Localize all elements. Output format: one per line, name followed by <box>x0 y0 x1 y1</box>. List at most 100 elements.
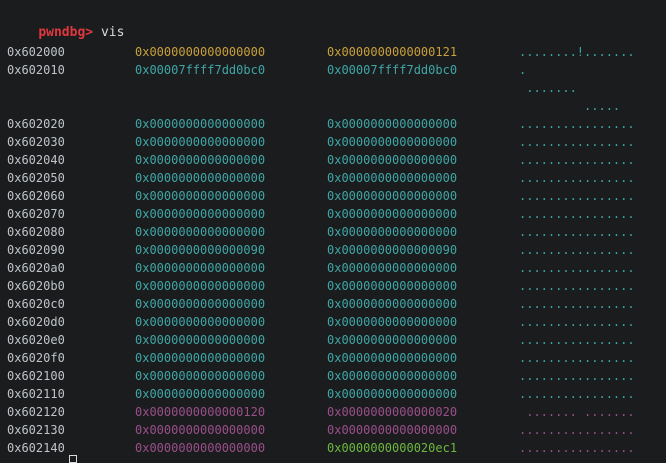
heap-qword-2: 0x0000000000000000 <box>327 117 458 131</box>
heap-address: 0x602110 <box>7 387 65 401</box>
heap-qword-2: 0x0000000000000000 <box>327 261 458 275</box>
heap-qword-2: 0x0000000000000000 <box>327 351 458 365</box>
heap-address: 0x602080 <box>7 225 65 239</box>
heap-ascii: ..... <box>519 99 621 113</box>
heap-qword-1: 0x0000000000000000 <box>135 297 266 311</box>
heap-qword-1: 0x0000000000000000 <box>135 189 266 203</box>
heap-ascii: ....... ....... <box>519 405 635 419</box>
terminal-window[interactable]: pwndbg> vis 0x602000 0x0000000000000000 0x… <box>0 0 666 463</box>
heap-row: 0x602040 0x0000000000000000 0x000000000000… <box>0 151 666 169</box>
heap-ascii: ................ <box>519 279 635 293</box>
heap-row: 0x602020 0x0000000000000000 0x000000000000… <box>0 115 666 133</box>
heap-row: 0x602080 0x0000000000000000 0x000000000000… <box>0 223 666 241</box>
heap-row: 0x602050 0x0000000000000000 0x000000000000… <box>0 169 666 187</box>
heap-qword-2: 0x0000000000000000 <box>327 387 458 401</box>
heap-ascii: ................ <box>519 153 635 167</box>
heap-ascii: ....... <box>519 81 577 95</box>
heap-qword-1: 0x0000000000000000 <box>135 315 266 329</box>
heap-qword-1: 0x0000000000000000 <box>135 207 266 221</box>
heap-row: 0x6020a0 0x0000000000000000 0x000000000000… <box>0 259 666 277</box>
heap-qword-2: 0x0000000000000000 <box>327 153 458 167</box>
heap-qword-2: 0x0000000000000000 <box>327 207 458 221</box>
heap-row: 0x6020c0 0x0000000000000000 0x000000000000… <box>0 295 666 313</box>
prompt-arrow: > <box>85 25 94 40</box>
heap-qword-2: 0x0000000000000000 <box>327 225 458 239</box>
heap-address: 0x602050 <box>7 171 65 185</box>
prompt-line: pwndbg> vis <box>7 6 124 40</box>
terminal-cursor <box>69 455 77 463</box>
heap-row: 0x6020d0 0x0000000000000000 0x000000000000… <box>0 313 666 331</box>
heap-qword-2: 0x0000000000020ec1 <box>327 441 458 455</box>
heap-qword-1: 0x0000000000000000 <box>135 369 266 383</box>
heap-qword-1: 0x0000000000000000 <box>135 441 266 455</box>
heap-ascii: ................ <box>519 387 635 401</box>
heap-row: 0x602110 0x0000000000000000 0x000000000000… <box>0 385 666 403</box>
heap-qword-1: 0x0000000000000000 <box>135 135 266 149</box>
heap-row: 0x602100 0x0000000000000000 0x000000000000… <box>0 367 666 385</box>
heap-qword-2: 0x00007ffff7dd0bc0 <box>327 63 458 77</box>
heap-ascii: ................ <box>519 189 635 203</box>
heap-ascii: ........!....... <box>519 45 635 59</box>
heap-ascii: ................ <box>519 261 635 275</box>
heap-address: 0x6020f0 <box>7 351 65 365</box>
heap-qword-1: 0x0000000000000000 <box>135 279 266 293</box>
heap-ascii: . <box>519 63 527 77</box>
heap-ascii: ................ <box>519 351 635 365</box>
heap-ascii: ................ <box>519 225 635 239</box>
heap-qword-1: 0x00007ffff7dd0bc0 <box>135 63 266 77</box>
heap-ascii: ................ <box>519 171 635 185</box>
heap-row: 0x602030 0x0000000000000000 0x000000000000… <box>0 133 666 151</box>
heap-address: 0x602090 <box>7 243 65 257</box>
heap-row: 0x602130 0x0000000000000000 0x000000000000… <box>0 421 666 439</box>
heap-qword-2: 0x0000000000000020 <box>327 405 458 419</box>
heap-row: 0x602000 0x0000000000000000 0x000000000000… <box>0 43 666 61</box>
heap-address: 0x602070 <box>7 207 65 221</box>
heap-row: ..... <box>0 97 666 115</box>
heap-ascii: ................ <box>519 333 635 347</box>
heap-qword-1: 0x0000000000000000 <box>135 153 266 167</box>
heap-row: 0x602090 0x0000000000000090 0x000000000000… <box>0 241 666 259</box>
heap-address: 0x602040 <box>7 153 65 167</box>
heap-row: 0x6020e0 0x0000000000000000 0x000000000000… <box>0 331 666 349</box>
heap-qword-1: 0x0000000000000000 <box>135 45 266 59</box>
heap-address: 0x602100 <box>7 369 65 383</box>
heap-address: 0x602120 <box>7 405 65 419</box>
prompt-command: vis <box>100 25 125 40</box>
heap-ascii: ................ <box>519 423 635 437</box>
heap-address: 0x6020a0 <box>7 261 65 275</box>
heap-qword-1: 0x0000000000000090 <box>135 243 266 257</box>
heap-ascii: ................ <box>519 135 635 149</box>
heap-qword-1: 0x0000000000000000 <box>135 423 266 437</box>
heap-qword-2: 0x0000000000000000 <box>327 369 458 383</box>
heap-qword-2: 0x0000000000000000 <box>327 171 458 185</box>
heap-row: 0x6020b0 0x0000000000000000 0x000000000000… <box>0 277 666 295</box>
heap-ascii: ................ <box>519 117 635 131</box>
heap-row: ....... <box>0 79 666 97</box>
heap-ascii: ................ <box>519 243 635 257</box>
heap-qword-2: 0x0000000000000090 <box>327 243 458 257</box>
heap-qword-2: 0x0000000000000121 <box>327 45 458 59</box>
heap-address: 0x602130 <box>7 423 65 437</box>
heap-ascii: ................ <box>519 369 635 383</box>
heap-address: 0x602000 <box>7 45 65 59</box>
heap-qword-2: 0x0000000000000000 <box>327 135 458 149</box>
heap-address: 0x602060 <box>7 189 65 203</box>
heap-qword-2: 0x0000000000000000 <box>327 189 458 203</box>
heap-address: 0x6020b0 <box>7 279 65 293</box>
heap-qword-1: 0x0000000000000000 <box>135 225 266 239</box>
heap-address: 0x6020d0 <box>7 315 65 329</box>
heap-qword-2: 0x0000000000000000 <box>327 279 458 293</box>
heap-ascii: ................ <box>519 297 635 311</box>
prompt-name: pwndbg <box>38 25 86 40</box>
heap-qword-1: 0x0000000000000000 <box>135 333 266 347</box>
heap-row: 0x6020f0 0x0000000000000000 0x000000000000… <box>0 349 666 367</box>
heap-qword-1: 0x0000000000000120 <box>135 405 266 419</box>
heap-row: 0x602120 0x0000000000000120 0x000000000000… <box>0 403 666 421</box>
heap-qword-1: 0x0000000000000000 <box>135 117 266 131</box>
heap-qword-2: 0x0000000000000000 <box>327 297 458 311</box>
heap-address: 0x602010 <box>7 63 65 77</box>
heap-row: 0x602010 0x00007ffff7dd0bc0 0x00007ffff7dd… <box>0 61 666 79</box>
heap-address: 0x602020 <box>7 117 65 131</box>
heap-address: 0x602030 <box>7 135 65 149</box>
heap-ascii: ................ <box>519 207 635 221</box>
